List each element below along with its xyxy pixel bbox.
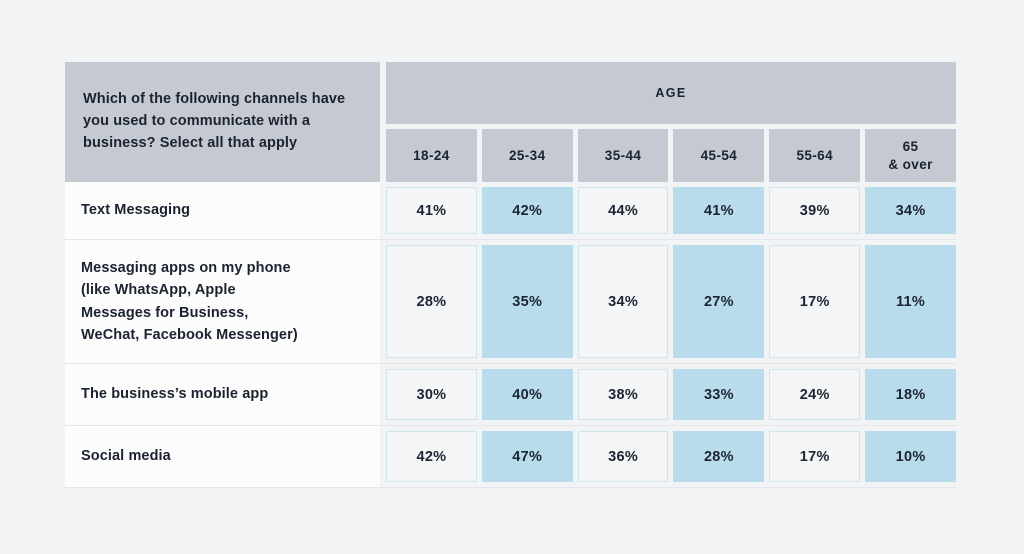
cell-value: 17%: [769, 431, 861, 482]
table-body: Text Messaging 41% 42% 44% 41% 39% 34% M…: [65, 182, 956, 488]
age-group-label: AGE: [386, 62, 956, 124]
cell-value: 18%: [865, 369, 956, 420]
cell-value: 11%: [865, 245, 956, 358]
row-label-social-media: Social media: [65, 426, 380, 487]
age-bucket-row: 18-24 25-34 35-44 45-54 55-64 65 & over: [386, 129, 956, 182]
cell-value: 34%: [577, 245, 669, 358]
column-header-18-24: 18-24: [386, 129, 477, 182]
cell-value: 10%: [865, 431, 956, 482]
column-header-35-44: 35-44: [577, 129, 669, 182]
table-row: The business’s mobile app 30% 40% 38% 33…: [65, 364, 956, 426]
cell-value: 34%: [865, 187, 956, 234]
cell-value: 27%: [673, 245, 765, 358]
cell-value: 41%: [673, 187, 765, 234]
cell-value: 38%: [577, 369, 669, 420]
cell-value: 28%: [673, 431, 765, 482]
cell-value: 42%: [481, 187, 573, 234]
cell-value: 42%: [386, 431, 477, 482]
column-header-25-34: 25-34: [481, 129, 573, 182]
cell-value: 30%: [386, 369, 477, 420]
survey-results-table: Which of the following channels have you…: [65, 62, 956, 488]
column-header-65-and-over: 65 & over: [865, 129, 956, 182]
cell-value: 47%: [481, 431, 573, 482]
column-header-45-54: 45-54: [673, 129, 765, 182]
cell-value: 33%: [673, 369, 765, 420]
row-values: 28% 35% 34% 27% 17% 11%: [386, 240, 956, 363]
cell-value: 36%: [577, 431, 669, 482]
row-values: 41% 42% 44% 41% 39% 34%: [386, 182, 956, 239]
row-label-text-messaging: Text Messaging: [65, 182, 380, 239]
cell-value: 40%: [481, 369, 573, 420]
cell-value: 28%: [386, 245, 477, 358]
table-row: Social media 42% 47% 36% 28% 17% 10%: [65, 426, 956, 488]
table-row: Messaging apps on my phone (like WhatsAp…: [65, 240, 956, 364]
row-values: 42% 47% 36% 28% 17% 10%: [386, 426, 956, 487]
survey-question-header: Which of the following channels have you…: [65, 62, 380, 182]
cell-value: 24%: [769, 369, 861, 420]
cell-value: 41%: [386, 187, 477, 234]
age-header-group: AGE 18-24 25-34 35-44 45-54 55-64 65 & o…: [386, 62, 956, 182]
table-row: Text Messaging 41% 42% 44% 41% 39% 34%: [65, 182, 956, 240]
row-label-business-mobile-app: The business’s mobile app: [65, 364, 380, 425]
row-label-messaging-apps: Messaging apps on my phone (like WhatsAp…: [65, 240, 380, 363]
column-header-55-64: 55-64: [769, 129, 861, 182]
table-header-band: Which of the following channels have you…: [65, 62, 956, 182]
cell-value: 35%: [481, 245, 573, 358]
cell-value: 39%: [769, 187, 861, 234]
row-values: 30% 40% 38% 33% 24% 18%: [386, 364, 956, 425]
cell-value: 17%: [769, 245, 861, 358]
cell-value: 44%: [577, 187, 669, 234]
